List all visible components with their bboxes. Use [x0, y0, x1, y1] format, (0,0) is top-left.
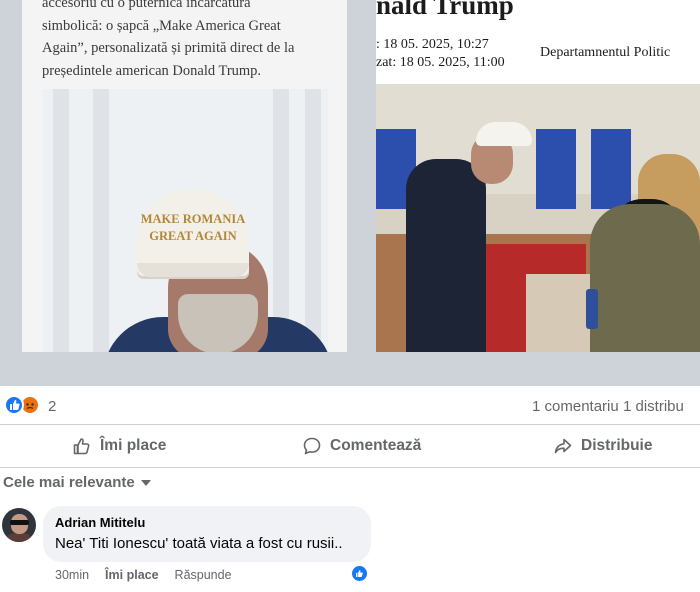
share-count-link[interactable]: 1 distribu	[623, 398, 684, 415]
cap-line: GREAT AGAIN	[149, 229, 237, 243]
department-label: Departamnentul Politic	[540, 45, 671, 60]
date-line: : 18 05. 2025, 10:27	[376, 37, 489, 52]
divider	[0, 424, 700, 425]
right-article-card[interactable]: nald Trump : 18 05. 2025, 10:27 zat: 18 …	[376, 0, 700, 352]
comment-meta: 30min Îmi place Răspunde	[55, 568, 232, 582]
comment-text: Nea' Titi Ionescu' toată viata a fost cu…	[55, 535, 343, 552]
right-article-dates: : 18 05. 2025, 10:27 zat: 18 05. 2025, 1…	[376, 36, 505, 72]
reaction-icons[interactable]	[4, 395, 44, 417]
curtain-stripe	[305, 89, 321, 352]
like-label: Îmi place	[100, 437, 167, 454]
comment-time[interactable]: 30min	[55, 568, 89, 582]
woman-seated	[590, 204, 700, 352]
man-white-cap	[476, 122, 532, 146]
comment-like-reaction-icon[interactable]	[350, 564, 369, 583]
like-reaction-icon	[4, 395, 24, 415]
left-article-photo: MAKE ROMANIA GREAT AGAIN	[43, 89, 328, 352]
post-actions: Îmi place Comentează Distribuie	[0, 428, 700, 464]
avatar-body	[5, 533, 33, 542]
share-button[interactable]: Distribuie	[553, 428, 652, 464]
curtain-stripe	[93, 89, 109, 352]
cap-brim	[137, 263, 249, 277]
reaction-count[interactable]: 2	[48, 398, 56, 415]
reactions-bar: 2 1 comentariu 1 distribu	[0, 392, 700, 420]
divider	[0, 467, 700, 468]
snippet-line: simbolică: o șapcă „Make America Great	[42, 17, 281, 34]
water-bottle	[586, 289, 598, 329]
comment-button[interactable]: Comentează	[302, 428, 421, 464]
curtain-stripe	[53, 89, 69, 352]
comment-reply-link[interactable]: Răspunde	[175, 568, 232, 582]
avatar-sunglasses	[10, 520, 29, 525]
blue-panel	[536, 129, 576, 209]
caret-down-icon	[140, 479, 151, 486]
right-article-headline: nald Trump	[376, 0, 514, 20]
comment-count-link[interactable]: 1 comentariu	[532, 398, 619, 415]
share-label: Distribuie	[581, 437, 653, 454]
man-in-suit	[406, 159, 486, 352]
sort-label: Cele mai relevante	[3, 474, 135, 491]
snippet-line: Again”, personalizată și primită direct …	[42, 40, 295, 56]
snippet-line: președintele american Donald Trump.	[42, 62, 262, 79]
left-article-card[interactable]: accesoriu cu o puternică încărcătură sim…	[22, 0, 347, 352]
date-line: zat: 18 05. 2025, 11:00	[376, 55, 505, 70]
cap-line: MAKE ROMANIA	[140, 212, 246, 226]
like-button[interactable]: Îmi place	[72, 428, 166, 464]
left-article-snippet: accesoriu cu o puternică încărcătură sim…	[42, 0, 337, 82]
share-icon	[554, 438, 572, 454]
comment-bubble: Adrian Mititelu Nea' Titi Ionescu' toată…	[43, 506, 371, 562]
avatar[interactable]	[2, 508, 36, 542]
comment-author[interactable]: Adrian Mititelu	[55, 515, 145, 530]
post-media[interactable]: accesoriu cu o puternică încărcătură sim…	[0, 0, 700, 386]
comment-icon	[303, 437, 321, 455]
comment-label: Comentează	[330, 437, 422, 454]
curtain-stripe	[273, 89, 289, 352]
cap-lettering: MAKE ROMANIA GREAT AGAIN	[137, 211, 249, 245]
snippet-line: accesoriu cu o puternică încărcătură	[42, 0, 251, 11]
right-article-photo	[376, 84, 700, 352]
comment-sort-dropdown[interactable]: Cele mai relevante	[3, 474, 151, 491]
blue-panel	[591, 129, 631, 209]
thumbs-up-icon	[73, 438, 90, 455]
comment-like-link[interactable]: Îmi place	[105, 568, 159, 582]
comment-item: Adrian Mititelu Nea' Titi Ionescu' toată…	[0, 505, 700, 592]
